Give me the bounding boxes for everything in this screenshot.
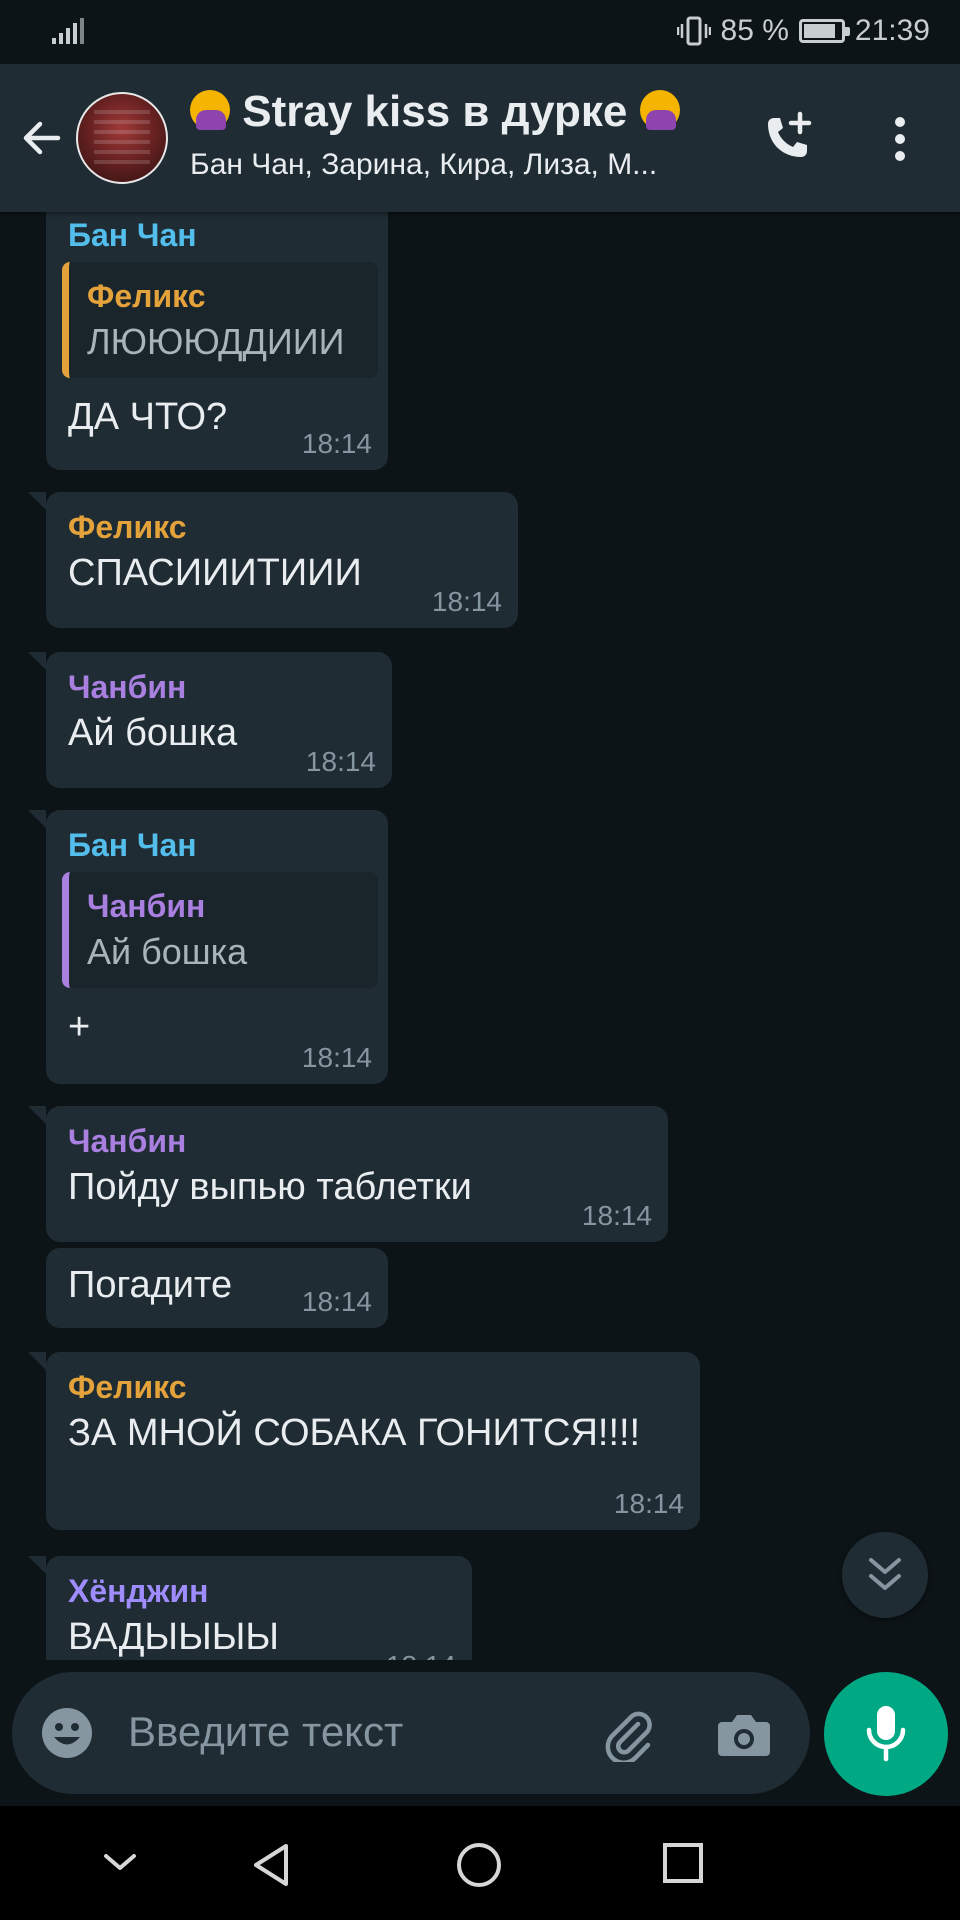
emoji-icon[interactable] <box>40 1706 94 1760</box>
hide-keyboard-icon[interactable] <box>100 1842 140 1882</box>
message-time: 18:14 <box>301 1042 372 1073</box>
back-nav-icon[interactable] <box>250 1842 292 1888</box>
quoted-message[interactable]: Чанбин Ай бошка <box>62 872 378 988</box>
signal-icon <box>52 18 84 44</box>
quoted-sender: Феликс <box>87 278 206 314</box>
face-palm-emoji-icon <box>639 90 680 130</box>
message-text: Пойду выпью таблетки <box>68 1166 472 1208</box>
message-sender: Чанбин <box>68 669 187 705</box>
message-bubble[interactable]: Феликс СПАСИИИТИИИ 18:14 <box>28 492 518 628</box>
battery-percent: 85 % <box>720 14 789 47</box>
message-sender: Бан Чан <box>68 217 197 253</box>
message-sender: Чанбин <box>68 1123 187 1159</box>
message-bubble[interactable]: Бан Чан Чанбин Ай бошка + 18:14 <box>28 810 388 1084</box>
message-time: 18:14 <box>386 1650 456 1660</box>
microphone-icon <box>866 1706 906 1762</box>
recents-nav-icon[interactable] <box>662 1842 704 1884</box>
clock: 21:39 <box>854 14 930 47</box>
message-bubble[interactable]: Хёнджин ВАДЫЫЫЫ 18:14 <box>28 1556 472 1660</box>
quoted-text: ЛЮЮЮДДИИИ <box>87 321 345 362</box>
vibrate-icon <box>676 16 711 46</box>
chat-members: Бан Чан, Зарина, Кира, Лиза, М... <box>190 148 658 181</box>
chat-title: Stray kiss в дурке <box>190 86 730 138</box>
message-time: 18:14 <box>301 1286 372 1317</box>
message-list[interactable]: Бан Чан Феликс ЛЮЮЮДДИИИ ДА ЧТО? 18:14 Ф… <box>0 212 960 1660</box>
paperclip-icon[interactable] <box>600 1706 656 1762</box>
message-time: 18:14 <box>301 428 372 459</box>
chat-header: Stray kiss в дурке Бан Чан, Зарина, Кира… <box>0 64 960 212</box>
chat-title-text: Stray kiss в дурке <box>242 87 628 136</box>
double-chevron-down-icon <box>869 1558 901 1590</box>
message-sender: Феликс <box>68 1369 187 1405</box>
message-sender: Бан Чан <box>68 827 197 863</box>
chat-title-area[interactable]: Stray kiss в дурке Бан Чан, Зарина, Кира… <box>190 86 730 182</box>
message-time: 18:14 <box>305 746 376 777</box>
camera-icon[interactable] <box>716 1708 772 1760</box>
message-time: 18:14 <box>613 1488 684 1519</box>
message-bubble[interactable]: Бан Чан Феликс ЛЮЮЮДДИИИ ДА ЧТО? 18:14 <box>46 212 388 470</box>
face-palm-emoji-icon <box>190 90 230 130</box>
quoted-message[interactable]: Феликс ЛЮЮЮДДИИИ <box>62 262 378 378</box>
message-bubble[interactable]: Погадите 18:14 <box>46 1248 388 1328</box>
quoted-text: Ай бошка <box>87 931 248 972</box>
quoted-sender: Чанбин <box>87 888 206 924</box>
message-time: 18:14 <box>581 1200 652 1231</box>
more-options-icon[interactable] <box>880 114 920 164</box>
home-nav-icon[interactable] <box>456 1842 502 1888</box>
message-text: ЗА МНОЙ СОБАКА ГОНИТСЯ!!!! <box>68 1412 641 1454</box>
message-input[interactable]: Введите текст <box>128 1702 403 1762</box>
group-avatar[interactable] <box>76 92 168 184</box>
message-bubble[interactable]: Чанбин Ай бошка 18:14 <box>28 652 392 788</box>
message-sender: Феликс <box>68 509 187 545</box>
system-nav-bar <box>0 1806 960 1920</box>
status-bar: 85 % 21:39 <box>0 0 960 64</box>
message-composer[interactable]: Введите текст <box>12 1672 810 1794</box>
message-sender: Хёнджин <box>68 1573 209 1609</box>
scroll-to-bottom-button[interactable] <box>842 1532 928 1618</box>
voice-record-button[interactable] <box>824 1672 948 1796</box>
message-bubble[interactable]: Чанбин Пойду выпью таблетки 18:14 <box>28 1106 668 1242</box>
add-call-icon[interactable] <box>760 110 816 166</box>
battery-icon <box>798 19 850 43</box>
message-bubble[interactable]: Феликс ЗА МНОЙ СОБАКА ГОНИТСЯ!!!! 18:14 <box>28 1352 700 1530</box>
back-arrow-icon[interactable] <box>18 114 66 162</box>
message-time: 18:14 <box>431 586 502 617</box>
